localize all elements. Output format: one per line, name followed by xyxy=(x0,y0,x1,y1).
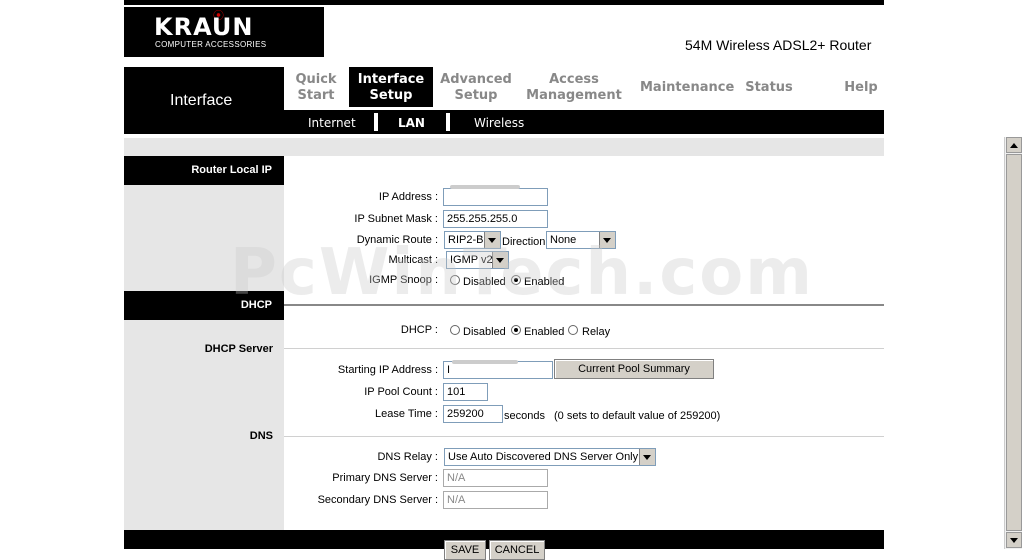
secondary-dns-label: Secondary DNS Server : xyxy=(317,494,438,506)
nav-section-panel: Interface xyxy=(124,67,284,134)
lease-time-label: Lease Time : xyxy=(375,408,438,420)
ip-address-label: IP Address : xyxy=(378,191,438,203)
dns-relay-select[interactable]: Use Auto Discovered DNS Server Only xyxy=(444,448,656,466)
primary-dns-input[interactable]: N/A xyxy=(443,469,548,487)
subnet-mask-label: IP Subnet Mask : xyxy=(354,213,438,225)
radio-label: Disabled xyxy=(463,326,506,338)
chevron-down-icon[interactable] xyxy=(639,449,655,465)
lease-note: (0 sets to default value of 259200) xyxy=(554,410,721,422)
nav-label: Start xyxy=(297,88,335,103)
pool-count-label: IP Pool Count : xyxy=(364,386,438,398)
primary-dns-label: Primary DNS Server : xyxy=(332,472,438,484)
dhcp-label: DHCP : xyxy=(400,324,438,336)
nav-label: Interface Setup xyxy=(357,72,425,103)
nav-label: Access xyxy=(549,72,599,87)
divider xyxy=(284,348,884,349)
scroll-down-icon[interactable] xyxy=(1006,532,1022,548)
nav-help[interactable]: Help xyxy=(840,80,882,96)
nav-label: Status xyxy=(745,80,793,95)
dns-heading: DNS xyxy=(249,430,273,442)
nav-label: Setup xyxy=(454,88,498,103)
ip-address-input[interactable] xyxy=(443,188,548,206)
nav-label: Maintenance xyxy=(640,80,735,95)
starting-ip-label: Starting IP Address : xyxy=(337,364,438,376)
product-name: 54M Wireless ADSL2+ Router xyxy=(685,37,872,53)
logo: ⦿ KRAUN COMPUTER ACCESSORIES xyxy=(124,7,324,57)
dhcp-enabled-radio[interactable] xyxy=(511,325,521,335)
dhcp-disabled-radio[interactable] xyxy=(450,325,460,335)
subnav-wireless[interactable]: Wireless xyxy=(474,116,524,130)
subnet-mask-input[interactable]: 255.255.255.0 xyxy=(443,210,548,228)
nav-label: Management xyxy=(526,88,622,103)
section-router-local-ip: Router Local IP xyxy=(124,156,284,185)
scroll-up-icon[interactable] xyxy=(1006,137,1022,153)
dhcp-server-heading: DHCP Server xyxy=(204,343,273,355)
dhcp-relay-radio[interactable] xyxy=(568,325,578,335)
watermark: PcWinTech.com xyxy=(230,236,814,310)
nav-label: Quick xyxy=(295,72,337,87)
nav-label: Advanced xyxy=(440,72,512,87)
subnav-separator xyxy=(446,113,450,131)
subnav-internet[interactable]: Internet xyxy=(308,116,356,130)
redacted-mark xyxy=(450,185,520,189)
vertical-scrollbar[interactable] xyxy=(1004,137,1022,549)
save-button[interactable]: SAVE xyxy=(444,540,486,560)
logo-subtitle: COMPUTER ACCESSORIES xyxy=(155,40,267,49)
nav-interface-setup[interactable]: Interface Setup xyxy=(349,67,433,107)
divider xyxy=(284,436,884,437)
lease-unit: seconds xyxy=(504,410,545,422)
top-border xyxy=(124,0,884,5)
radio-label: Enabled xyxy=(524,326,565,338)
nav-label: Help xyxy=(844,80,878,95)
nav-quick-start[interactable]: Quick Start xyxy=(290,72,342,104)
nav-status[interactable]: Status xyxy=(744,80,794,96)
nav-advanced-setup[interactable]: Advanced Setup xyxy=(440,72,512,104)
sub-nav: Internet LAN Wireless xyxy=(284,110,884,134)
select-value: Use Auto Discovered DNS Server Only xyxy=(448,451,639,463)
redacted-mark xyxy=(452,360,518,364)
nav-maintenance[interactable]: Maintenance xyxy=(640,80,735,96)
cancel-button[interactable]: CANCEL xyxy=(489,540,545,560)
spacer-strip xyxy=(124,138,884,156)
secondary-dns-input[interactable]: N/A xyxy=(443,491,548,509)
current-pool-summary-button[interactable]: Current Pool Summary xyxy=(554,359,714,379)
subnav-lan[interactable]: LAN xyxy=(398,116,425,130)
dns-relay-label: DNS Relay : xyxy=(377,451,438,463)
radio-label: Relay xyxy=(582,326,611,338)
scroll-thumb[interactable] xyxy=(1006,154,1022,531)
nav-section-label: Interface xyxy=(170,92,233,109)
logo-text: KRAUN xyxy=(154,13,254,41)
lease-time-input[interactable]: 259200 xyxy=(443,405,503,423)
nav-access-management[interactable]: Access Management xyxy=(526,72,622,104)
subnav-separator xyxy=(374,113,378,131)
pool-count-input[interactable]: 101 xyxy=(443,383,488,401)
